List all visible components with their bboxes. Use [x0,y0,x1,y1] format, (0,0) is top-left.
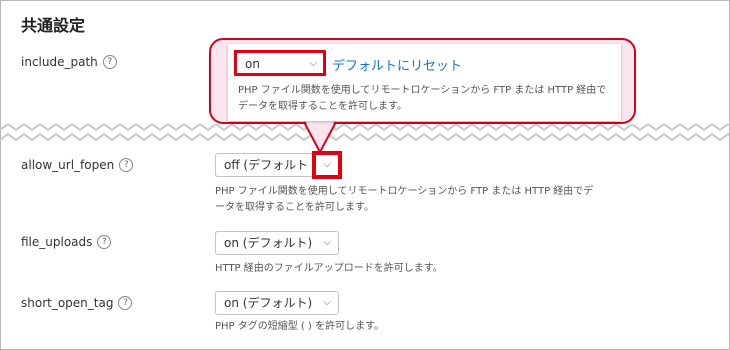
allow-url-fopen-label: allow_url_fopen ? [21,158,134,172]
file-uploads-label: file_uploads ? [21,235,112,249]
file-uploads-description: HTTP 経由のファイルアップロードを許可します。 [215,263,443,274]
highlight-box [234,50,326,76]
chevron-down-icon: ⌵ [323,237,331,248]
zigzag-divider [0,124,730,142]
short-open-tag-label: short_open_tag ? [21,296,133,310]
file-uploads-select[interactable]: on (デフォルト) ⌵ [215,231,339,255]
allow-url-fopen-description: PHP ファイル関数を使用してリモートロケーションから FTP または HTTP… [215,186,594,213]
highlight-box-chevron [312,151,342,179]
help-icon[interactable]: ? [102,55,117,69]
setting-name: allow_url_fopen [21,158,115,172]
select-value: on (デフォルト) [224,296,313,310]
select-value: on (デフォルト) [224,236,313,250]
include-path-label: include_path ? [21,55,117,69]
callout-zoom-panel: on ⌵ デフォルトにリセット PHP ファイル関数を使用してリモートロケーショ… [228,44,621,121]
help-icon[interactable]: ? [97,235,112,249]
select-value: off (デフォルト [224,158,309,172]
callout-tail [303,118,337,154]
help-icon[interactable]: ? [118,296,133,310]
setting-name: short_open_tag [21,296,114,310]
setting-name: include_path [21,55,98,69]
help-icon[interactable]: ? [119,158,134,172]
callout-description: PHP ファイル関数を使用してリモートロケーションから FTP または HTTP… [238,85,607,112]
section-title: 共通設定 [21,16,86,35]
setting-name: file_uploads [21,235,93,249]
short-open-tag-select[interactable]: on (デフォルト) ⌵ [215,291,339,315]
chevron-down-icon: ⌵ [323,297,331,308]
short-open-tag-description: PHP タグの短縮型 ( ) を許可します。 [215,321,385,332]
reset-to-default-link[interactable]: デフォルトにリセット [332,55,462,74]
